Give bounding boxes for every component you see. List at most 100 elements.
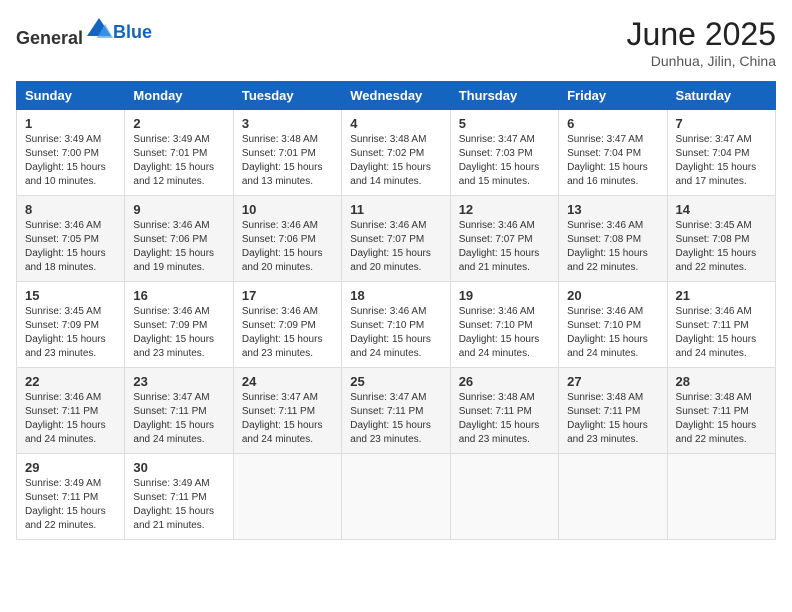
calendar-cell: 4Sunrise: 3:48 AM Sunset: 7:02 PM Daylig… <box>342 110 450 196</box>
calendar-cell: 27 Sunrise: 3:48 AM Sunset: 7:11 PM Dayli… <box>559 368 667 454</box>
day-info: Sunrise: 3:47 AM Sunset: 7:11 PM Dayligh… <box>350 391 441 447</box>
day-number: 24 <box>242 374 333 389</box>
day-number: 2 <box>133 116 224 131</box>
day-number: 8 <box>25 202 116 217</box>
calendar-cell: 29 Sunrise: 3:49 AM Sunset: 7:11 PM Dayli… <box>17 454 125 540</box>
day-number: 26 <box>459 374 550 389</box>
calendar-cell: 2 Sunrise: 3:49 AM Sunset: 7:01 PM Daylig… <box>125 110 233 196</box>
calendar-cell: 15 Sunrise: 3:45 AM Sunset: 7:09 PM Dayli… <box>17 282 125 368</box>
day-info: Sunrise: 3:46 AM Sunset: 7:10 PM Dayligh… <box>567 305 658 361</box>
day-number: 18 <box>350 288 441 303</box>
calendar-cell <box>450 454 558 540</box>
day-info: Sunrise: 3:46 AM Sunset: 7:10 PM Dayligh… <box>350 305 441 361</box>
logo-general: General <box>16 28 83 48</box>
day-number: 9 <box>133 202 224 217</box>
calendar-cell: 9 Sunrise: 3:46 AM Sunset: 7:06 PM Daylig… <box>125 196 233 282</box>
calendar-cell: 3 Sunrise: 3:48 AM Sunset: 7:01 PM Daylig… <box>233 110 341 196</box>
day-number: 29 <box>25 460 116 475</box>
calendar-week-3: 15 Sunrise: 3:45 AM Sunset: 7:09 PM Dayli… <box>17 282 776 368</box>
weekday-sunday: Sunday <box>17 82 125 110</box>
logo: General Blue <box>16 16 152 49</box>
day-info: Sunrise: 3:48 AM Sunset: 7:02 PM Dayligh… <box>350 133 441 189</box>
day-number: 12 <box>459 202 550 217</box>
day-info: Sunrise: 3:49 AM Sunset: 7:11 PM Dayligh… <box>133 477 224 533</box>
day-info: Sunrise: 3:46 AM Sunset: 7:07 PM Dayligh… <box>459 219 550 275</box>
calendar-cell: 6 Sunrise: 3:47 AM Sunset: 7:04 PM Daylig… <box>559 110 667 196</box>
day-number: 16 <box>133 288 224 303</box>
calendar-cell: 30 Sunrise: 3:49 AM Sunset: 7:11 PM Dayli… <box>125 454 233 540</box>
day-info: Sunrise: 3:46 AM Sunset: 7:05 PM Dayligh… <box>25 219 116 275</box>
day-info: Sunrise: 3:47 AM Sunset: 7:04 PM Dayligh… <box>567 133 658 189</box>
title-block: June 2025 Dunhua, Jilin, China <box>627 16 776 69</box>
calendar-cell: 14 Sunrise: 3:45 AM Sunset: 7:08 PM Dayli… <box>667 196 775 282</box>
calendar-week-5: 29 Sunrise: 3:49 AM Sunset: 7:11 PM Dayli… <box>17 454 776 540</box>
day-number: 23 <box>133 374 224 389</box>
weekday-wednesday: Wednesday <box>342 82 450 110</box>
weekday-monday: Monday <box>125 82 233 110</box>
month-title: June 2025 <box>627 16 776 53</box>
day-number: 3 <box>242 116 333 131</box>
calendar-cell: 20 Sunrise: 3:46 AM Sunset: 7:10 PM Dayli… <box>559 282 667 368</box>
day-info: Sunrise: 3:48 AM Sunset: 7:11 PM Dayligh… <box>567 391 658 447</box>
day-number: 27 <box>567 374 658 389</box>
day-number: 20 <box>567 288 658 303</box>
calendar-cell <box>233 454 341 540</box>
calendar-cell: 17 Sunrise: 3:46 AM Sunset: 7:09 PM Dayli… <box>233 282 341 368</box>
calendar-cell: 23 Sunrise: 3:47 AM Sunset: 7:11 PM Dayli… <box>125 368 233 454</box>
day-info: Sunrise: 3:47 AM Sunset: 7:04 PM Dayligh… <box>676 133 767 189</box>
calendar-cell: 21 Sunrise: 3:46 AM Sunset: 7:11 PM Dayli… <box>667 282 775 368</box>
day-number: 21 <box>676 288 767 303</box>
calendar-cell: 18 Sunrise: 3:46 AM Sunset: 7:10 PM Dayli… <box>342 282 450 368</box>
day-info: Sunrise: 3:46 AM Sunset: 7:09 PM Dayligh… <box>242 305 333 361</box>
day-info: Sunrise: 3:48 AM Sunset: 7:11 PM Dayligh… <box>459 391 550 447</box>
weekday-header-row: SundayMondayTuesdayWednesdayThursdayFrid… <box>17 82 776 110</box>
day-number: 14 <box>676 202 767 217</box>
calendar-cell <box>667 454 775 540</box>
calendar-cell: 12 Sunrise: 3:46 AM Sunset: 7:07 PM Dayli… <box>450 196 558 282</box>
weekday-friday: Friday <box>559 82 667 110</box>
day-number: 28 <box>676 374 767 389</box>
calendar-body: 1Sunrise: 3:49 AM Sunset: 7:00 PM Daylig… <box>17 110 776 540</box>
day-info: Sunrise: 3:46 AM Sunset: 7:11 PM Dayligh… <box>676 305 767 361</box>
day-number: 10 <box>242 202 333 217</box>
day-number: 11 <box>350 202 441 217</box>
weekday-saturday: Saturday <box>667 82 775 110</box>
day-info: Sunrise: 3:49 AM Sunset: 7:00 PM Dayligh… <box>25 133 116 189</box>
day-info: Sunrise: 3:46 AM Sunset: 7:09 PM Dayligh… <box>133 305 224 361</box>
calendar-cell <box>559 454 667 540</box>
day-number: 22 <box>25 374 116 389</box>
calendar-cell: 7 Sunrise: 3:47 AM Sunset: 7:04 PM Daylig… <box>667 110 775 196</box>
location: Dunhua, Jilin, China <box>627 53 776 69</box>
calendar-cell: 8 Sunrise: 3:46 AM Sunset: 7:05 PM Daylig… <box>17 196 125 282</box>
day-number: 7 <box>676 116 767 131</box>
day-info: Sunrise: 3:46 AM Sunset: 7:06 PM Dayligh… <box>133 219 224 275</box>
calendar-cell: 11Sunrise: 3:46 AM Sunset: 7:07 PM Dayli… <box>342 196 450 282</box>
calendar-cell <box>342 454 450 540</box>
calendar-cell: 28 Sunrise: 3:48 AM Sunset: 7:11 PM Dayli… <box>667 368 775 454</box>
day-info: Sunrise: 3:48 AM Sunset: 7:11 PM Dayligh… <box>676 391 767 447</box>
calendar-cell: 1Sunrise: 3:49 AM Sunset: 7:00 PM Daylig… <box>17 110 125 196</box>
day-info: Sunrise: 3:48 AM Sunset: 7:01 PM Dayligh… <box>242 133 333 189</box>
day-info: Sunrise: 3:46 AM Sunset: 7:06 PM Dayligh… <box>242 219 333 275</box>
day-number: 30 <box>133 460 224 475</box>
day-info: Sunrise: 3:47 AM Sunset: 7:11 PM Dayligh… <box>133 391 224 447</box>
calendar-week-4: 22Sunrise: 3:46 AM Sunset: 7:11 PM Dayli… <box>17 368 776 454</box>
day-number: 19 <box>459 288 550 303</box>
day-number: 15 <box>25 288 116 303</box>
day-number: 25 <box>350 374 441 389</box>
calendar-cell: 13Sunrise: 3:46 AM Sunset: 7:08 PM Dayli… <box>559 196 667 282</box>
day-number: 5 <box>459 116 550 131</box>
day-info: Sunrise: 3:49 AM Sunset: 7:11 PM Dayligh… <box>25 477 116 533</box>
page-header: General Blue June 2025 Dunhua, Jilin, Ch… <box>16 16 776 69</box>
day-info: Sunrise: 3:49 AM Sunset: 7:01 PM Dayligh… <box>133 133 224 189</box>
logo-blue: Blue <box>113 22 152 43</box>
calendar-cell: 19Sunrise: 3:46 AM Sunset: 7:10 PM Dayli… <box>450 282 558 368</box>
day-number: 13 <box>567 202 658 217</box>
calendar-cell: 10 Sunrise: 3:46 AM Sunset: 7:06 PM Dayli… <box>233 196 341 282</box>
day-info: Sunrise: 3:45 AM Sunset: 7:08 PM Dayligh… <box>676 219 767 275</box>
calendar-table: SundayMondayTuesdayWednesdayThursdayFrid… <box>16 81 776 540</box>
day-info: Sunrise: 3:47 AM Sunset: 7:03 PM Dayligh… <box>459 133 550 189</box>
day-info: Sunrise: 3:45 AM Sunset: 7:09 PM Dayligh… <box>25 305 116 361</box>
day-number: 17 <box>242 288 333 303</box>
day-number: 6 <box>567 116 658 131</box>
